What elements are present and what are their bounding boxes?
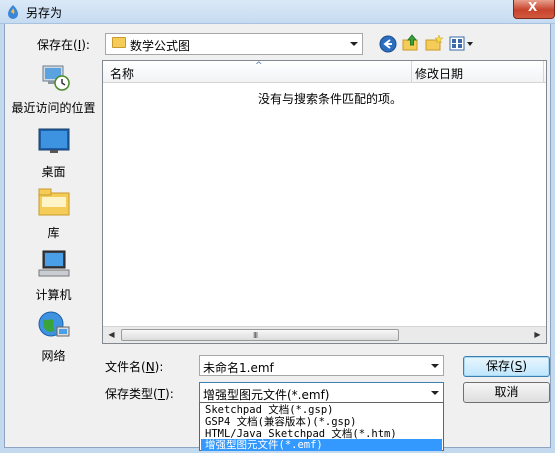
filename-value: 未命名1.emf (203, 361, 274, 375)
place-label: 库 (47, 226, 60, 240)
column-separator[interactable] (411, 61, 412, 83)
place-label: 桌面 (41, 165, 66, 179)
filename-combo[interactable]: 未命名1.emf (199, 355, 444, 376)
close-icon: X (528, 0, 538, 14)
filename-label: 文件名(N): (105, 360, 164, 374)
folder-icon (112, 37, 126, 48)
place-computer[interactable]: 计算机 (6, 249, 101, 303)
filetype-option[interactable]: GSP4 文档(兼容版本)(*.gsp) (201, 416, 442, 428)
column-name[interactable]: 名称 (110, 65, 134, 82)
column-separator[interactable] (543, 61, 544, 83)
scroll-left-icon[interactable]: ◀ (103, 327, 120, 343)
network-icon (38, 311, 69, 337)
file-list[interactable]: ^ 名称 修改日期 没有与搜索条件匹配的项。 ◀ III ▶ (102, 60, 547, 344)
app-icon (8, 5, 18, 19)
place-desktop[interactable]: 桌面 (6, 126, 101, 180)
up-folder-icon[interactable] (402, 34, 420, 52)
scroll-right-icon[interactable]: ▶ (529, 327, 546, 343)
back-icon[interactable] (379, 35, 397, 53)
filetype-option[interactable]: Sketchpad 文档(*.gsp) (201, 404, 442, 416)
chevron-down-icon (431, 390, 439, 395)
place-label: 网络 (41, 349, 66, 363)
place-label: 计算机 (35, 288, 72, 302)
column-modified-date[interactable]: 修改日期 (415, 65, 463, 82)
place-library[interactable]: 库 (6, 187, 101, 241)
sort-ascending-icon: ^ (255, 61, 263, 71)
filetype-dropdown-list[interactable]: Sketchpad 文档(*.gsp) GSP4 文档(兼容版本)(*.gsp)… (199, 402, 444, 451)
place-label: 最近访问的位置 (11, 101, 96, 115)
desktop-icon (38, 128, 69, 153)
scroll-thumb[interactable]: III (121, 329, 399, 341)
library-icon (38, 188, 69, 216)
place-network[interactable]: 网络 (6, 310, 101, 364)
filetype-option-selected[interactable]: 增强型图元文件(*.emf) (201, 439, 442, 451)
filetype-value: 增强型图元文件(*.emf) (203, 388, 330, 402)
save-button[interactable]: 保存(S) (463, 356, 550, 377)
filetype-label: 保存类型(T): (105, 387, 174, 401)
horizontal-scrollbar[interactable]: ◀ III ▶ (103, 326, 546, 343)
save-in-label: 保存在(I): (37, 38, 90, 52)
file-list-header: ^ 名称 修改日期 (103, 61, 546, 83)
close-button[interactable]: X (513, 0, 555, 19)
chevron-down-icon (350, 42, 358, 46)
computer-icon (38, 250, 69, 277)
location-combo[interactable]: 数学公式图 (105, 33, 363, 55)
places-bar: 最近访问的位置 桌面 库 计算机 网络 (6, 60, 101, 363)
filetype-combo[interactable]: 增强型图元文件(*.emf) (199, 382, 444, 403)
cancel-button[interactable]: 取消 (463, 382, 550, 403)
new-folder-icon[interactable] (425, 34, 443, 52)
chevron-down-icon (431, 363, 439, 368)
window-title: 另存为 (26, 6, 63, 20)
title-bar: 另存为 X (0, 0, 555, 24)
empty-message: 没有与搜索条件匹配的项。 (258, 92, 403, 106)
place-recent[interactable]: 最近访问的位置 (6, 62, 101, 116)
view-menu-icon[interactable] (449, 36, 475, 52)
location-value: 数学公式图 (130, 39, 191, 53)
scroll-grip: III (253, 331, 258, 340)
recent-places-icon (42, 65, 70, 91)
